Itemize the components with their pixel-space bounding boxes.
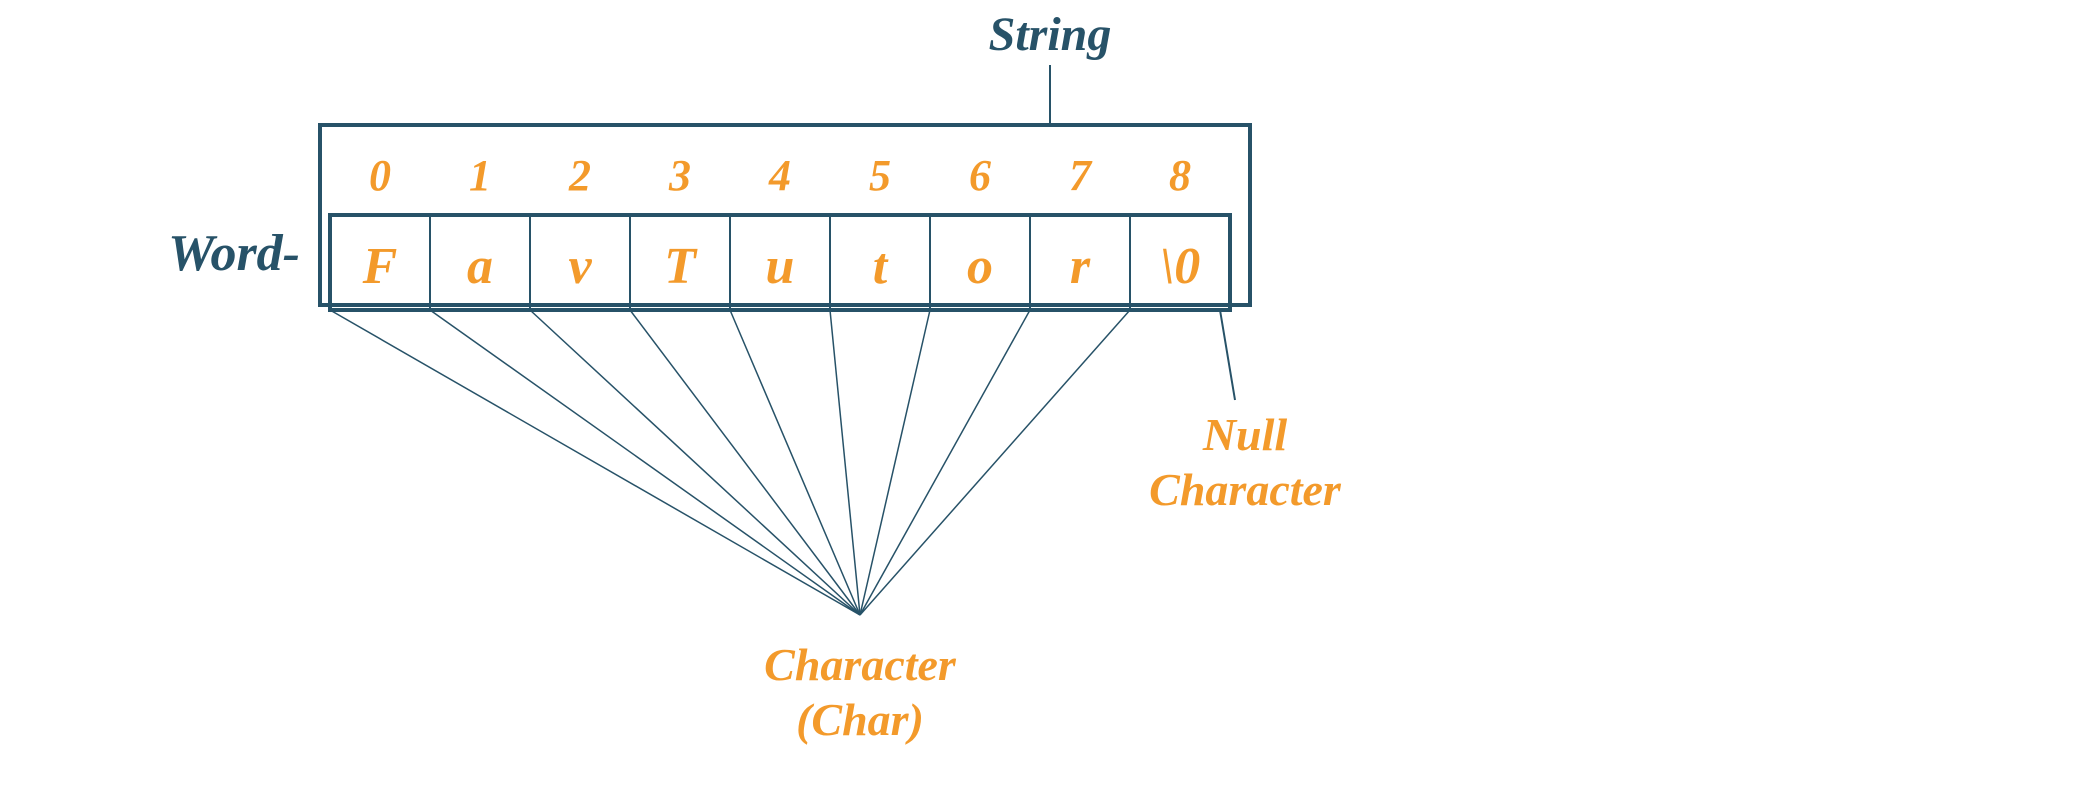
char-7: r [1070,238,1091,295]
index-6: 6 [969,151,991,200]
character-fan-lines [330,310,1130,615]
cell-row: 0 F 1 a 2 v 3 T 4 u 5 t 6 o 7 r 8 \0 [330,151,1230,310]
fan-line [860,310,930,615]
char-5: t [873,238,889,295]
char-1: a [467,238,493,295]
index-5: 5 [869,151,891,200]
char-6: o [967,238,993,295]
index-4: 4 [768,151,791,200]
fan-line [330,310,860,615]
null-label-2: Character [1149,464,1342,515]
index-0: 0 [369,151,391,200]
char-8: \0 [1160,238,1200,295]
index-8: 8 [1169,151,1191,200]
char-0: F [362,238,398,295]
fan-line [530,310,860,615]
fan-line [860,310,1130,615]
index-2: 2 [568,151,591,200]
null-pointer [1220,310,1235,400]
string-diagram: String Word- 0 F 1 a 2 v 3 T 4 u 5 t 6 o 7 r 8 \0 Charact… [0,0,2100,798]
char-4: u [766,238,795,295]
fan-line [860,310,1030,615]
char-2: v [568,238,592,295]
char-label-1: Character [764,639,957,690]
char-label-2: (Char) [796,694,924,745]
fan-line [630,310,860,615]
index-7: 7 [1069,151,1093,200]
null-label-1: Null [1202,409,1288,460]
string-title: String [989,8,1112,61]
word-label: Word- [168,225,300,282]
fan-line [830,310,860,615]
index-3: 3 [668,151,691,200]
index-1: 1 [469,151,491,200]
char-3: T [664,238,698,295]
